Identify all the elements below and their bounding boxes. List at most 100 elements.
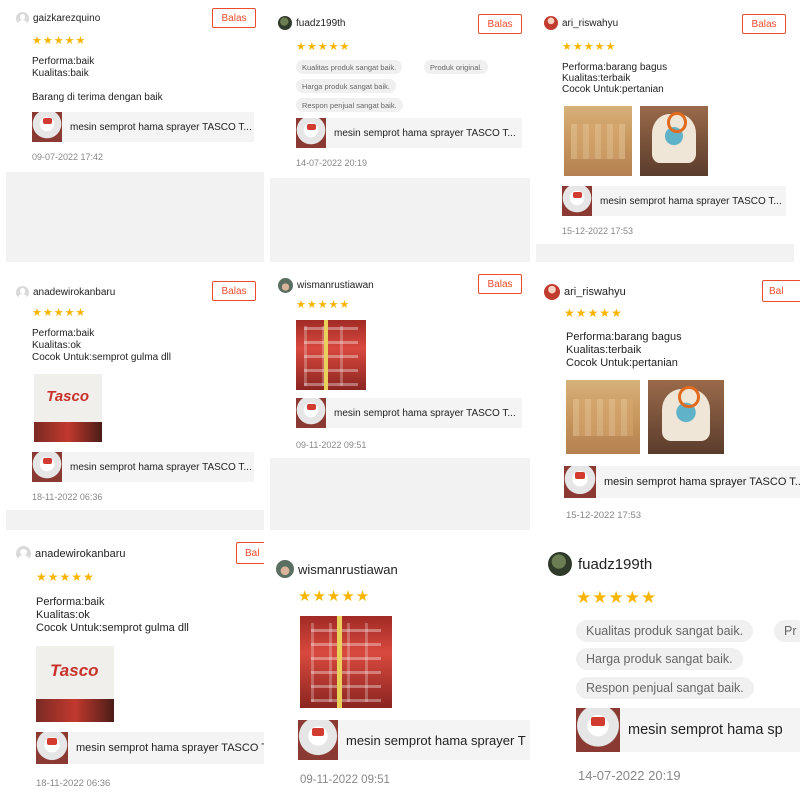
review-attribute: Cocok Untuk:pertanian xyxy=(566,357,678,369)
review-card: fuadz199th Balas ★★★★★ Kualitas produk s… xyxy=(270,4,530,262)
review-date: 14-07-2022 20:19 xyxy=(578,768,681,783)
product-name: mesin semprot hama sprayer T xyxy=(346,732,526,748)
review-attribute: Kualitas:terbaik xyxy=(562,73,631,84)
review-tag: Harga produk sangat baik. xyxy=(296,79,396,93)
review-card: gaizkarezquino Balas ★★★★★ Performa:baik… xyxy=(6,4,264,262)
reply-button[interactable]: Bal xyxy=(236,542,264,564)
card-footer xyxy=(6,510,264,530)
star-rating: ★★★★★ xyxy=(562,41,617,53)
review-date: 09-11-2022 09:51 xyxy=(300,774,390,786)
review-user: fuadz199th xyxy=(278,16,346,30)
card-footer xyxy=(270,178,530,262)
avatar xyxy=(544,284,560,300)
review-user: anadewirokanbaru xyxy=(16,286,115,299)
product-thumbnail xyxy=(36,732,68,764)
avatar xyxy=(548,552,572,576)
review-photo[interactable] xyxy=(564,106,632,176)
review-photo[interactable] xyxy=(296,320,366,390)
review-attribute: Kualitas:terbaik xyxy=(566,344,642,356)
review-user: fuadz199th xyxy=(548,552,652,576)
review-date: 15-12-2022 17:53 xyxy=(566,510,642,521)
reply-button[interactable]: Bal xyxy=(762,280,800,302)
review-date: 18-11-2022 06:36 xyxy=(32,492,103,502)
review-photo[interactable]: Tasco xyxy=(36,646,114,722)
review-attribute: Performa:baik xyxy=(32,328,95,339)
review-card: wismanrustiawan Balas ★★★★★ mesin sempro… xyxy=(270,268,530,530)
review-attribute: Performa:barang bagus xyxy=(566,331,682,343)
avatar xyxy=(278,278,293,293)
review-attribute: Performa:baik xyxy=(36,596,105,608)
product-name: mesin semprot hama sprayer TASCO T... xyxy=(334,127,516,139)
username: ari_riswahyu xyxy=(562,17,619,29)
product-thumbnail xyxy=(296,398,326,428)
product-name: mesin semprot hama sprayer TASCO T... xyxy=(604,476,800,488)
review-photo[interactable] xyxy=(300,616,392,708)
star-rating: ★★★★★ xyxy=(32,35,87,47)
product-link[interactable]: mesin semprot hama sprayer TASCO T... xyxy=(32,112,254,142)
reply-button[interactable]: Balas xyxy=(478,14,522,34)
review-attribute: Kualitas:ok xyxy=(36,609,90,621)
product-name: mesin semprot hama sprayer TASCO T... xyxy=(334,407,516,419)
review-attribute: Kualitas:ok xyxy=(32,340,81,351)
reply-button[interactable]: Balas xyxy=(212,8,256,28)
review-attribute: Performa:baik xyxy=(32,56,95,67)
avatar xyxy=(278,16,292,30)
avatar xyxy=(544,16,558,30)
avatar xyxy=(276,560,294,578)
review-comment: Barang di terima dengan baik xyxy=(32,92,163,103)
review-date: 14-07-2022 20:19 xyxy=(296,158,368,168)
review-tag: Kualitas produk sangat baik. xyxy=(576,620,754,642)
review-tag: Kualitas produk sangat baik. xyxy=(296,60,403,74)
username: fuadz199th xyxy=(578,555,653,573)
review-attribute: Cocok Untuk:semprot gulma dll xyxy=(36,622,189,634)
tasco-logo: Tasco xyxy=(46,387,90,405)
username: anadewirokanbaru xyxy=(35,547,126,560)
avatar xyxy=(16,12,29,25)
card-footer xyxy=(270,458,530,530)
product-link[interactable]: mesin semprot hama sprayer TASCO T... xyxy=(296,118,522,148)
reply-button[interactable]: Balas xyxy=(212,281,256,301)
product-link[interactable]: mesin semprot hama sprayer TASCO T... xyxy=(296,398,522,428)
product-link[interactable]: mesin semprot hama sprayer TASCO T... xyxy=(562,186,786,216)
reply-button[interactable]: Balas xyxy=(478,274,522,294)
product-thumbnail xyxy=(576,708,620,752)
product-link[interactable]: mesin semprot hama sprayer TASCO T... xyxy=(32,452,254,482)
product-thumbnail xyxy=(564,466,596,498)
product-link[interactable]: mesin semprot hama sprayer TASCO T xyxy=(36,732,264,764)
card-footer xyxy=(6,172,264,262)
review-card: anadewirokanbaru Balas ★★★★★ Performa:ba… xyxy=(6,268,264,530)
product-link[interactable]: mesin semprot hama sprayer T xyxy=(298,720,530,760)
product-link[interactable]: mesin semprot hama sp xyxy=(576,708,800,752)
review-photo[interactable] xyxy=(566,380,640,454)
star-rating: ★★★★★ xyxy=(564,306,623,320)
username: gaizkarezquino xyxy=(33,13,101,24)
avatar xyxy=(16,286,29,299)
star-rating: ★★★★★ xyxy=(296,41,351,53)
review-user: gaizkarezquino xyxy=(16,12,100,25)
review-user: wismanrustiawan xyxy=(278,278,374,293)
product-name: mesin semprot hama sprayer TASCO T... xyxy=(70,121,252,133)
star-rating: ★★★★★ xyxy=(36,570,95,584)
product-thumbnail xyxy=(32,452,62,482)
username: fuadz199th xyxy=(296,17,346,29)
review-tag: Pr xyxy=(774,620,800,642)
tasco-logo: Tasco xyxy=(50,661,99,681)
review-attribute: Cocok Untuk:semprot gulma dll xyxy=(32,352,171,363)
star-rating: ★★★★★ xyxy=(298,588,371,605)
review-photo[interactable] xyxy=(648,380,724,454)
review-card: anadewirokanbaru Bal ★★★★★ Performa:baik… xyxy=(6,536,264,800)
product-thumbnail xyxy=(298,720,338,760)
review-tag: Respon penjual sangat baik. xyxy=(296,98,403,112)
star-rating: ★★★★★ xyxy=(32,307,87,319)
username: wismanrustiawan xyxy=(298,561,398,577)
card-footer xyxy=(536,244,794,262)
review-tag: Produk original. xyxy=(424,60,489,74)
review-user: anadewirokanbaru xyxy=(16,546,126,561)
review-photo[interactable]: Tasco xyxy=(34,374,102,442)
review-photo[interactable] xyxy=(640,106,708,176)
product-link[interactable]: mesin semprot hama sprayer TASCO T... xyxy=(564,466,800,498)
reply-button[interactable]: Balas xyxy=(742,14,786,34)
review-date: 09-07-2022 17:42 xyxy=(32,152,104,162)
review-user: wismanrustiawan xyxy=(276,560,398,578)
product-thumbnail xyxy=(562,186,592,216)
